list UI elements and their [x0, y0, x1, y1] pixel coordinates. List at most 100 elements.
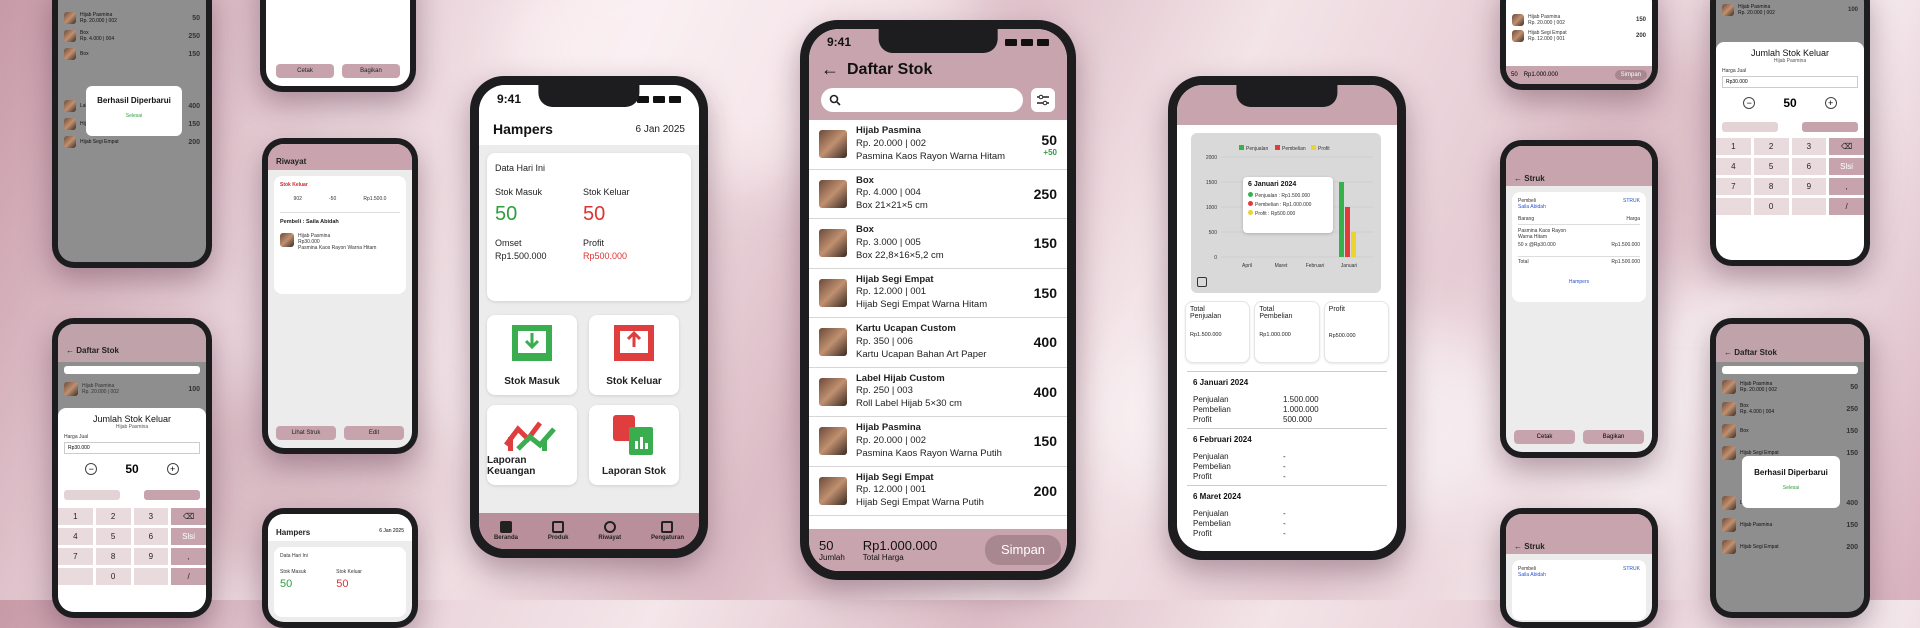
- harga-label-right: Harga Jual: [1722, 68, 1747, 74]
- minus-icon[interactable]: −: [85, 463, 98, 475]
- laporan-stok-tile[interactable]: Laporan Stok: [589, 405, 679, 485]
- keypad-key[interactable]: /: [1829, 198, 1864, 215]
- page-title: Daftar Stok: [847, 60, 933, 78]
- product-thumbnail: [819, 476, 847, 505]
- keypad-key[interactable]: 7: [1716, 178, 1751, 195]
- keypad-key[interactable]: /: [171, 568, 206, 585]
- phone-list-top-right: Hijab Pasmina Rp. 20.000 | 002 150 Hijab S…: [1500, 0, 1658, 90]
- keypad-key[interactable]: 1: [58, 508, 93, 525]
- search-input[interactable]: [821, 88, 1023, 112]
- filter-button[interactable]: [1031, 88, 1055, 112]
- keypad-key[interactable]: 6: [1791, 158, 1827, 175]
- keypad-key[interactable]: ⌫: [171, 508, 206, 525]
- stock-row[interactable]: Hijab Segi Empat Rp. 12.000 | 001 Hijab Se…: [809, 467, 1067, 516]
- keypad-key[interactable]: Slsi: [171, 528, 206, 545]
- stok-keluar-tile[interactable]: Stok Keluar: [589, 315, 679, 395]
- legend-swatch: [1275, 145, 1280, 150]
- chart-bar: [1351, 232, 1356, 257]
- keypad-key[interactable]: [1716, 198, 1751, 215]
- harga-input[interactable]: Rp30.000: [64, 442, 200, 454]
- stock-row[interactable]: Hijab Segi Empat Rp. 12.000 | 001 Hijab Se…: [809, 269, 1067, 318]
- chart-bar: [1339, 182, 1344, 257]
- keypad-key[interactable]: 4: [58, 528, 93, 545]
- save-button[interactable]: Simpan: [985, 535, 1061, 565]
- bottom-nav: Beranda Produk Riwayat Pengaturan: [479, 513, 699, 549]
- keypad-key[interactable]: 7: [58, 548, 93, 565]
- nav-produk-label: Produk: [547, 535, 569, 541]
- keypad-key[interactable]: ,: [171, 548, 206, 565]
- report-label: Pembelian: [1193, 519, 1231, 528]
- edit-button[interactable]: Edit: [344, 426, 404, 440]
- keypad-key[interactable]: 5: [95, 528, 131, 545]
- stock-row[interactable]: Box Rp. 4.000 | 004 Box 21×21×5 cm 250: [809, 170, 1067, 219]
- omset-label: Omset: [495, 238, 522, 248]
- keypad-key[interactable]: 2: [95, 508, 131, 525]
- back-arrow-icon[interactable]: ←: [821, 59, 839, 80]
- report-value: -: [1283, 462, 1286, 471]
- phone-hampers-small: Hampers 6 Jan 2025 Data Hari Ini Stok Ma…: [262, 508, 418, 628]
- report-label: Penjualan: [1193, 452, 1229, 461]
- stock-row[interactable]: Hijab Pasmina Rp. 20.000 | 002 Pasmina Kao…: [809, 417, 1067, 467]
- keypad-key[interactable]: 3: [1791, 138, 1827, 155]
- keypad-key[interactable]: 2: [1753, 138, 1789, 155]
- riwayat-title: Riwayat: [276, 157, 307, 166]
- keypad-key[interactable]: 0: [95, 568, 131, 585]
- keypad-key[interactable]: 6: [133, 528, 169, 545]
- profit-value: Rp500.000: [583, 251, 628, 261]
- plus-icon[interactable]: +: [166, 463, 179, 475]
- nav-beranda-label: Beranda: [493, 535, 518, 541]
- product-qty: 150: [1033, 235, 1057, 252]
- success-done-link[interactable]: Selesai: [86, 113, 182, 119]
- stok-masuk-tile[interactable]: Stok Masuk: [487, 315, 577, 395]
- qty-value-right: 50: [1783, 96, 1797, 110]
- keypad-key[interactable]: 4: [1716, 158, 1751, 175]
- chart-bar: [1345, 207, 1350, 257]
- nav-riwayat[interactable]: Riwayat: [598, 521, 621, 541]
- nav-beranda[interactable]: Beranda: [494, 521, 518, 541]
- keypad-key[interactable]: [1791, 198, 1827, 215]
- keypad-key[interactable]: 8: [1753, 178, 1789, 195]
- nav-produk[interactable]: Produk: [548, 521, 569, 541]
- lihat-struk-button[interactable]: Lihat Struk: [276, 426, 336, 440]
- stock-row[interactable]: Label Hijab Custom Rp. 250 | 003 Roll Labe…: [809, 368, 1067, 417]
- summary-label-profit: Profit: [1328, 306, 1345, 313]
- harga-input-right[interactable]: Rp30.000: [1722, 76, 1858, 88]
- keypad-key[interactable]: 1: [1716, 138, 1751, 155]
- phone-riwayat: Riwayat Stok Keluar 902 -50 Rp1.500.0 Pemb…: [262, 138, 418, 454]
- calendar-icon[interactable]: [1197, 277, 1207, 287]
- stock-row[interactable]: Hijab Pasmina Rp. 20.000 | 002 Pasmina Kao…: [809, 120, 1067, 170]
- report-date: 6 Januari 2024: [1193, 378, 1249, 387]
- summary-pembelian: Total Pembelian Rp1.000.000: [1254, 301, 1320, 363]
- minus-icon-right[interactable]: −: [1743, 97, 1756, 109]
- stock-row[interactable]: Kartu Ucapan Custom Rp. 350 | 006 Kartu Uc…: [809, 318, 1067, 368]
- home-icon: [499, 521, 512, 533]
- keypad-key[interactable]: 9: [1791, 178, 1827, 195]
- keypad-key[interactable]: 9: [133, 548, 169, 565]
- report-section: 6 Maret 2024 Penjualan - Pembelian - Profit -: [1187, 485, 1387, 542]
- keypad-key[interactable]: Slsi: [1829, 158, 1864, 175]
- small-simpan-button[interactable]: Simpan: [1614, 70, 1647, 80]
- keypad-key[interactable]: 3: [133, 508, 169, 525]
- plus-icon-right[interactable]: +: [1824, 97, 1837, 109]
- keypad-key[interactable]: ,: [1829, 178, 1864, 195]
- product-meta: Rp. 250 | 003: [856, 385, 913, 397]
- keypad-key[interactable]: 0: [1753, 198, 1789, 215]
- legend-swatch: [1311, 145, 1316, 150]
- success-done-right[interactable]: Selesai: [1742, 485, 1840, 491]
- x-tick: Januari: [1341, 263, 1357, 269]
- struk-bagikan-button[interactable]: Bagikan: [1583, 430, 1644, 444]
- product-delta: +50: [1043, 147, 1057, 157]
- keypad-key[interactable]: [58, 568, 93, 585]
- struk-cetak-button[interactable]: Cetak: [1514, 430, 1575, 444]
- laporan-keuangan-tile[interactable]: Laporan Keuangan: [487, 405, 577, 485]
- keypad-key[interactable]: 5: [1753, 158, 1789, 175]
- stock-row[interactable]: Box Rp. 3.000 | 005 Box 22,8×16×5,2 cm 150: [809, 219, 1067, 269]
- keypad-key[interactable]: 8: [95, 548, 131, 565]
- keypad-key[interactable]: ⌫: [1829, 138, 1864, 155]
- cetak-button[interactable]: Cetak: [276, 64, 334, 78]
- product-meta: Rp. 350 | 006: [856, 335, 913, 347]
- keypad-key[interactable]: [133, 568, 169, 585]
- nav-pengaturan[interactable]: Pengaturan: [651, 521, 684, 541]
- report-value: -: [1283, 529, 1286, 538]
- bagikan-button[interactable]: Bagikan: [342, 64, 400, 78]
